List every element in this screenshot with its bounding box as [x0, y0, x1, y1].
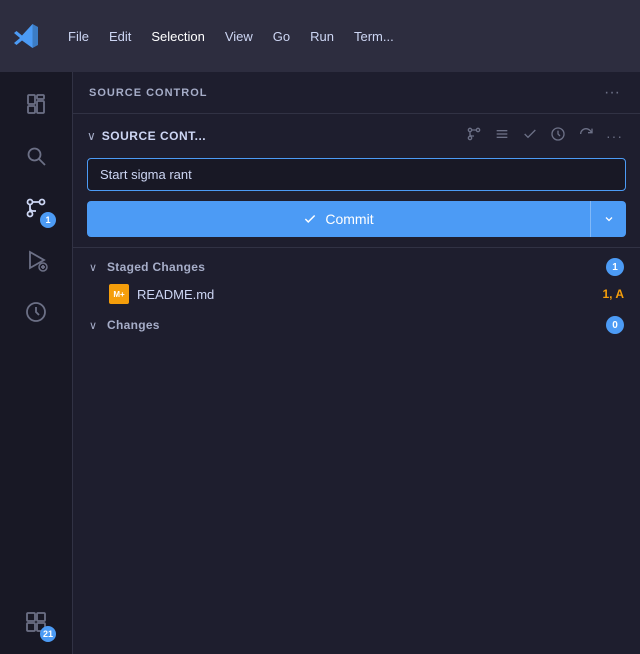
menu-terminal[interactable]: Term... — [346, 25, 402, 48]
titlebar-menu: File Edit Selection View Go Run Term... — [60, 25, 402, 48]
readme-filename: README.md — [137, 287, 594, 302]
panel-actions: ··· — [600, 82, 624, 104]
sc-toolbar: ··· — [463, 124, 626, 148]
changes-header[interactable]: ∨ Changes 0 — [73, 312, 640, 338]
sc-section-header: ∨ SOURCE CONT... — [87, 124, 626, 148]
activity-run[interactable] — [12, 236, 60, 284]
activity-source-control[interactable]: 1 — [12, 184, 60, 232]
commit-message-input[interactable] — [87, 158, 626, 191]
sc-section: ∨ SOURCE CONT... — [73, 114, 640, 248]
staged-changes-label: Staged Changes — [107, 260, 600, 274]
activity-bar: 1 21 — [0, 72, 72, 654]
staged-changes-badge: 1 — [606, 258, 624, 276]
sc-section-title: SOURCE CONT... — [102, 129, 206, 143]
panel-title: SOURCE CONTROL — [89, 87, 208, 99]
menu-go[interactable]: Go — [265, 25, 298, 48]
file-tree: ∨ Staged Changes 1 M+ README.md 1, A ∨ C… — [73, 248, 640, 654]
branch-icon[interactable] — [463, 124, 485, 148]
sc-chevron[interactable]: ∨ — [87, 129, 96, 143]
activity-extensions[interactable]: 21 — [12, 598, 60, 646]
menu-view[interactable]: View — [217, 25, 261, 48]
sidebar: SOURCE CONTROL ··· ∨ SOURCE CONT... — [72, 72, 640, 654]
changes-label: Changes — [107, 318, 600, 332]
changes-section: ∨ Changes 0 — [73, 312, 640, 338]
commit-icon[interactable] — [519, 124, 541, 148]
menu-selection[interactable]: Selection — [143, 25, 212, 48]
commit-button[interactable]: Commit — [87, 201, 590, 237]
menu-edit[interactable]: Edit — [101, 25, 139, 48]
activity-timeline[interactable] — [12, 288, 60, 336]
source-control-badge: 1 — [40, 212, 56, 228]
staged-changes-section: ∨ Staged Changes 1 M+ README.md 1, A — [73, 254, 640, 308]
refresh-icon[interactable] — [575, 124, 597, 148]
main-area: 1 21 — [0, 72, 640, 654]
panel-header: SOURCE CONTROL ··· — [73, 72, 640, 114]
readme-file-status: 1, A — [602, 287, 624, 301]
menu-file[interactable]: File — [60, 25, 97, 48]
readme-file-icon: M+ — [109, 284, 129, 304]
history-icon[interactable] — [547, 124, 569, 148]
changes-badge: 0 — [606, 316, 624, 334]
staged-chevron-icon: ∨ — [89, 261, 101, 274]
panel-more-btn[interactable]: ··· — [600, 82, 624, 104]
titlebar: File Edit Selection View Go Run Term... — [0, 0, 640, 72]
staged-file-readme[interactable]: M+ README.md 1, A — [73, 280, 640, 308]
commit-button-row: Commit — [87, 201, 626, 237]
changes-chevron-icon: ∨ — [89, 319, 101, 332]
menu-run[interactable]: Run — [302, 25, 342, 48]
vscode-logo — [12, 22, 40, 50]
activity-explorer[interactable] — [12, 80, 60, 128]
activity-search[interactable] — [12, 132, 60, 180]
commit-dropdown-button[interactable] — [590, 201, 626, 237]
sc-more-icon[interactable]: ··· — [603, 126, 626, 146]
staged-changes-header[interactable]: ∨ Staged Changes 1 — [73, 254, 640, 280]
sc-section-left: ∨ SOURCE CONT... — [87, 129, 206, 143]
extensions-badge: 21 — [40, 626, 56, 642]
list-icon[interactable] — [491, 124, 513, 148]
commit-button-label: Commit — [325, 211, 373, 227]
